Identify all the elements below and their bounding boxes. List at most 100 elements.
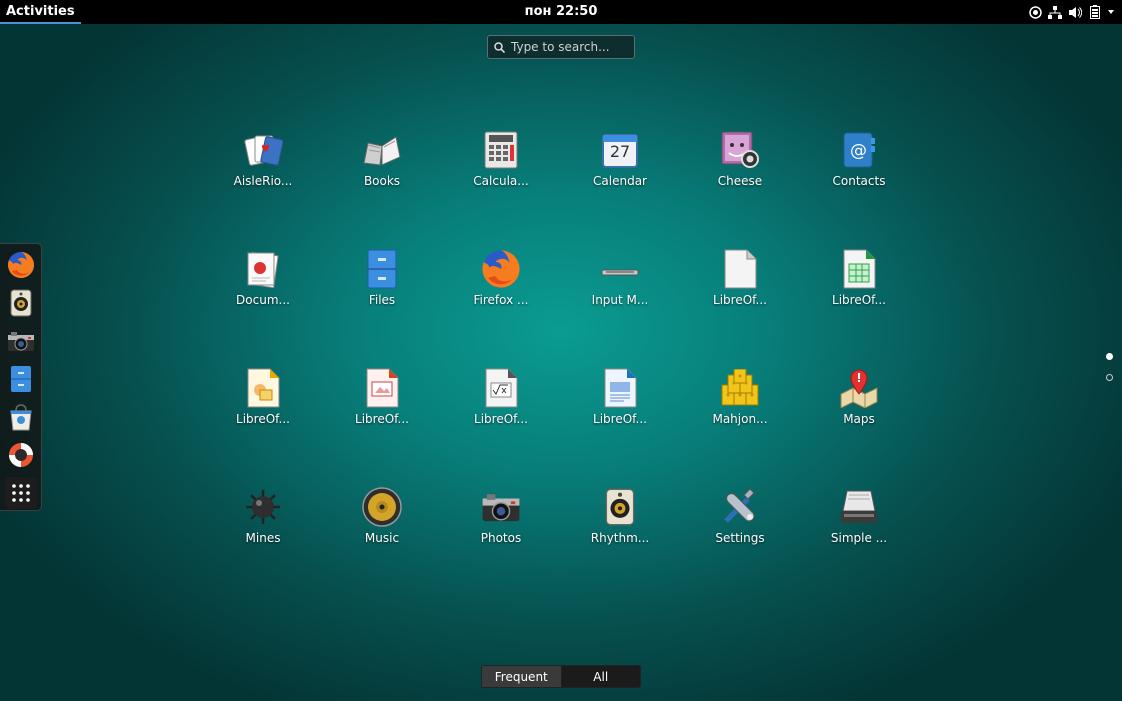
- battery-icon[interactable]: [1088, 5, 1102, 19]
- dash-software[interactable]: [5, 401, 37, 433]
- calendar-date: 27: [609, 142, 631, 161]
- app-label: Mahjon...: [712, 412, 768, 426]
- libreoffice-impress-icon: [362, 368, 402, 408]
- app-firefox[interactable]: Firefox ...: [451, 249, 551, 319]
- app-label: Settings: [715, 531, 765, 545]
- photos-icon: [7, 332, 34, 351]
- view-switcher: Frequent All: [481, 665, 641, 688]
- app-label: Books: [363, 174, 401, 188]
- app-libreoffice-draw[interactable]: LibreOf...: [213, 368, 313, 438]
- app-cheese[interactable]: Cheese: [690, 130, 790, 200]
- libreoffice-calc-icon: [839, 249, 879, 289]
- activities-button[interactable]: Activities: [0, 0, 81, 24]
- settings-icon: [720, 487, 760, 527]
- dropdown-arrow-icon[interactable]: [1108, 5, 1114, 19]
- app-mahjongg[interactable]: Mahjon...: [690, 368, 790, 438]
- app-files[interactable]: Files: [332, 249, 432, 319]
- app-photos[interactable]: Photos: [451, 487, 551, 557]
- dash-files[interactable]: [5, 363, 37, 395]
- calendar-icon: 27: [600, 130, 640, 170]
- top-bar: Activities пон 22:50: [0, 0, 1122, 24]
- all-button[interactable]: All: [561, 666, 640, 687]
- mahjongg-icon: [720, 368, 760, 408]
- app-libreoffice-impress[interactable]: LibreOf...: [332, 368, 432, 438]
- app-contacts[interactable]: @ Contacts: [809, 130, 909, 200]
- svg-text:@: @: [850, 141, 867, 161]
- rhythmbox-icon: [10, 289, 31, 317]
- rhythmbox-icon: [600, 487, 640, 527]
- app-music[interactable]: Music: [332, 487, 432, 557]
- app-documents[interactable]: Docum...: [213, 249, 313, 319]
- app-aisleriot[interactable]: ♥ AisleRio...: [213, 130, 313, 200]
- app-label: Contacts: [832, 174, 886, 188]
- app-label: LibreOf...: [593, 412, 647, 426]
- app-libreoffice-math[interactable]: LibreOf...: [451, 368, 551, 438]
- input-method-icon: [600, 249, 640, 289]
- files-icon: [10, 366, 31, 392]
- app-label: Simple ...: [830, 531, 888, 545]
- app-label: LibreOf...: [474, 412, 528, 426]
- documents-icon: [243, 249, 283, 289]
- app-label: Mines: [245, 531, 281, 545]
- frequent-button[interactable]: Frequent: [482, 666, 562, 687]
- app-label: Music: [364, 531, 400, 545]
- dash-help[interactable]: [5, 439, 37, 471]
- firefox-icon: [7, 252, 34, 278]
- dash-rhythmbox[interactable]: [5, 287, 37, 319]
- app-libreoffice[interactable]: LibreOf...: [690, 249, 790, 319]
- files-icon: [362, 249, 402, 289]
- system-tray[interactable]: [1028, 5, 1122, 19]
- simple-scan-icon: [839, 487, 879, 527]
- app-mines[interactable]: Mines: [213, 487, 313, 557]
- network-icon[interactable]: [1048, 5, 1062, 19]
- contacts-icon: @: [839, 130, 879, 170]
- svg-text:♥: ♥: [261, 144, 270, 155]
- app-label: Calcula...: [473, 174, 529, 188]
- app-maps[interactable]: Maps: [809, 368, 909, 438]
- app-settings[interactable]: Settings: [690, 487, 790, 557]
- volume-icon[interactable]: [1068, 5, 1082, 19]
- app-input-method[interactable]: Input M...: [570, 249, 670, 319]
- books-icon: [362, 130, 402, 170]
- clock[interactable]: пон 22:50: [525, 4, 598, 19]
- app-calendar[interactable]: 27 Calendar: [570, 130, 670, 200]
- maps-icon: [839, 368, 879, 408]
- show-apps-icon: [11, 484, 30, 502]
- app-rhythmbox[interactable]: Rhythm...: [570, 487, 670, 557]
- app-label: Photos: [480, 531, 522, 545]
- app-label: Maps: [843, 412, 875, 426]
- aisleriot-icon: ♥: [243, 130, 283, 170]
- libreoffice-draw-icon: [243, 368, 283, 408]
- app-libreoffice-writer[interactable]: LibreOf...: [570, 368, 670, 438]
- dash-photos[interactable]: [5, 325, 37, 357]
- help-icon: [8, 443, 33, 467]
- app-label: LibreOf...: [355, 412, 409, 426]
- app-label: LibreOf...: [832, 293, 886, 307]
- search-input[interactable]: [511, 40, 621, 54]
- dash-show-apps[interactable]: [4, 477, 37, 509]
- app-calculator[interactable]: Calcula...: [451, 130, 551, 200]
- app-label: Input M...: [591, 293, 649, 307]
- app-label: AisleRio...: [233, 174, 293, 188]
- accessibility-icon[interactable]: [1028, 5, 1042, 19]
- cheese-icon: [720, 130, 760, 170]
- search-box[interactable]: [487, 35, 635, 59]
- page-indicator-2[interactable]: [1106, 374, 1113, 381]
- firefox-icon: [481, 249, 521, 289]
- app-label: Calendar: [593, 174, 647, 188]
- app-libreoffice-calc[interactable]: LibreOf...: [809, 249, 909, 319]
- app-label: LibreOf...: [713, 293, 767, 307]
- app-label: Files: [368, 293, 396, 307]
- music-icon: [362, 487, 402, 527]
- search-icon: [494, 38, 506, 57]
- page-indicator-1[interactable]: [1106, 353, 1113, 360]
- app-label: LibreOf...: [236, 412, 290, 426]
- app-label: Rhythm...: [590, 531, 650, 545]
- dash: [0, 243, 42, 511]
- app-label: Cheese: [717, 174, 763, 188]
- calculator-icon: [481, 130, 521, 170]
- photos-icon: [481, 487, 521, 527]
- app-simple-scan[interactable]: Simple ...: [809, 487, 909, 557]
- app-books[interactable]: Books: [332, 130, 432, 200]
- dash-firefox[interactable]: [5, 249, 37, 281]
